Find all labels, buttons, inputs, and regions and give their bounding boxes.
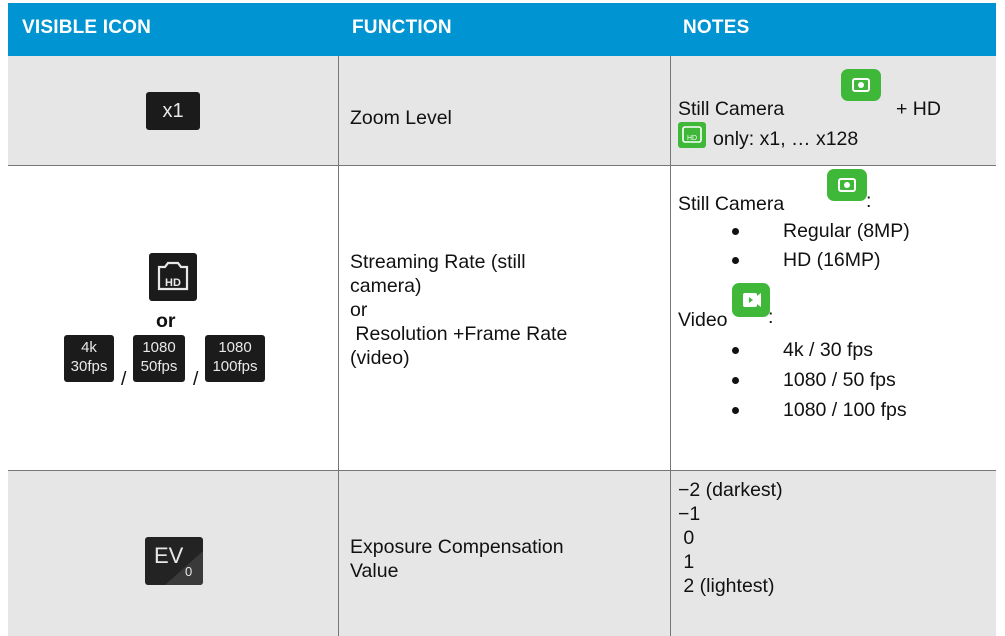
bullet [732, 407, 739, 414]
function-streaming-line3: or [350, 299, 368, 321]
header-function: FUNCTION [352, 17, 452, 38]
hd-camera-icon: HD [149, 253, 197, 301]
notes-exposure-line: 0 [678, 527, 695, 549]
notes-colon: : [768, 306, 774, 328]
svg-text:HD: HD [165, 277, 181, 289]
still-camera-icon [841, 69, 881, 101]
function-streaming-line1: Streaming Rate (still [350, 251, 526, 273]
column-divider [338, 56, 339, 636]
table-header: VISIBLE ICON FUNCTION NOTES [8, 3, 996, 56]
icon-or-label: or [156, 310, 176, 332]
notes-still-item: Regular (8MP) [783, 220, 910, 242]
tile-bottom: 30fps [70, 358, 108, 375]
bullet [732, 257, 739, 264]
notes-still-item: HD (16MP) [783, 249, 881, 271]
notes-still-label: Still Camera [678, 193, 785, 215]
tile-top: 1080 [218, 339, 252, 356]
notes-zoom-line1a: Still Camera [678, 98, 785, 120]
function-streaming-line5: (video) [350, 347, 410, 369]
header-notes: NOTES [683, 17, 750, 38]
notes-zoom-line1b: + HD [896, 98, 941, 120]
function-exposure-line1: Exposure Compensation [350, 536, 564, 558]
function-streaming-line4: Resolution +Frame Rate [350, 323, 568, 345]
tile-top: 1080 [142, 339, 176, 356]
video-camera-icon [732, 283, 770, 317]
resolution-4k-30fps-tile: 4k 30fps [64, 335, 114, 382]
function-zoom-level: Zoom Level [350, 107, 452, 129]
resolution-1080-100fps-tile: 1080 100fps [205, 335, 265, 382]
notes-zoom-line2: only: x1, … x128 [713, 128, 859, 150]
notes-video-item: 4k / 30 fps [783, 339, 873, 361]
bullet [732, 347, 739, 354]
function-streaming-line2: camera) [350, 275, 422, 297]
bullet [732, 228, 739, 235]
tile-bottom: 50fps [140, 358, 178, 375]
notes-video-item: 1080 / 100 fps [783, 399, 907, 421]
exposure-icon-sub: 0 [185, 564, 193, 579]
notes-video-item: 1080 / 50 fps [783, 369, 896, 391]
exposure-value-icon: EV 0 [145, 537, 203, 585]
notes-colon: : [866, 190, 872, 212]
hd-mode-icon: HD [678, 122, 706, 148]
notes-exposure-line: −2 (darkest) [678, 479, 783, 501]
zoom-level-icon: x1 [146, 92, 200, 130]
tile-bottom: 100fps [212, 358, 258, 375]
notes-exposure-line: −1 [678, 503, 701, 525]
bullet [732, 377, 739, 384]
row-divider [8, 470, 996, 471]
header-visible-icon: VISIBLE ICON [22, 17, 152, 38]
tile-separator: / [193, 368, 199, 390]
svg-text:HD: HD [687, 135, 697, 142]
resolution-1080-50fps-tile: 1080 50fps [133, 335, 185, 382]
zoom-level-icon-text: x1 [162, 100, 184, 122]
notes-exposure-line: 1 [678, 551, 695, 573]
tile-top: 4k [81, 339, 97, 356]
notes-exposure-line: 2 (lightest) [678, 575, 775, 597]
function-exposure-line2: Value [350, 560, 399, 582]
row-divider [8, 165, 996, 166]
tile-separator: / [121, 368, 127, 390]
notes-video-label: Video [678, 309, 728, 331]
exposure-icon-text: EV [154, 543, 184, 568]
still-camera-icon [827, 169, 867, 201]
column-divider [670, 56, 671, 636]
